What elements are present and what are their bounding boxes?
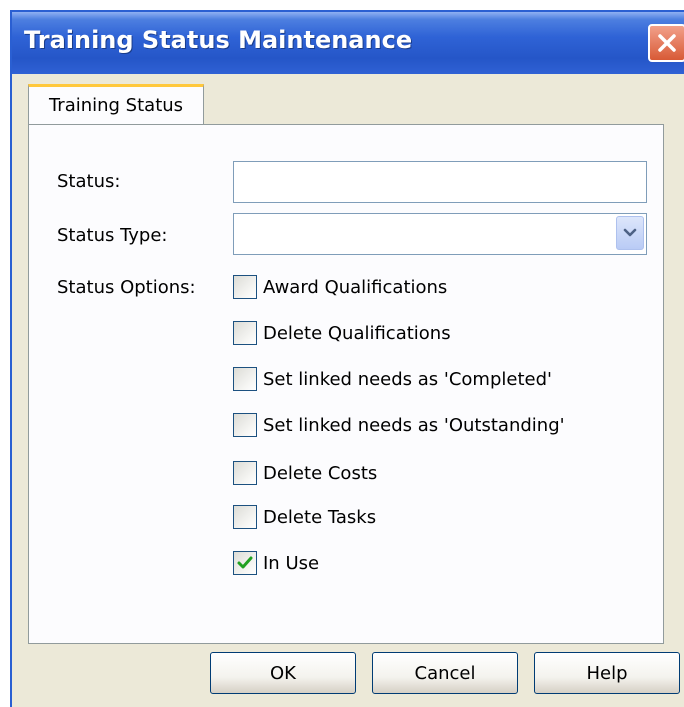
option-label: Award Qualifications xyxy=(263,276,448,298)
status-type-label: Status Type: xyxy=(57,225,168,246)
option-delete-tasks[interactable]: Delete Tasks xyxy=(233,501,376,533)
checkbox[interactable] xyxy=(233,321,257,345)
status-input[interactable] xyxy=(233,161,647,203)
title-bar[interactable]: Training Status Maintenance xyxy=(12,12,684,74)
close-button[interactable] xyxy=(648,24,684,62)
option-delete-qualifications[interactable]: Delete Qualifications xyxy=(233,317,451,349)
checkbox[interactable] xyxy=(233,505,257,529)
status-type-select[interactable] xyxy=(233,213,647,255)
option-in-use[interactable]: In Use xyxy=(233,547,319,579)
checkbox[interactable] xyxy=(233,461,257,485)
option-label: Set linked needs as 'Completed' xyxy=(263,368,552,390)
cancel-button[interactable]: Cancel xyxy=(372,652,518,694)
option-label: Set linked needs as 'Outstanding' xyxy=(263,414,565,436)
checkmark-icon xyxy=(237,556,253,569)
help-button[interactable]: Help xyxy=(534,652,680,694)
status-label: Status: xyxy=(57,171,121,192)
tab-label: Training Status xyxy=(48,95,184,116)
checkbox-checked[interactable] xyxy=(233,551,257,575)
option-delete-costs[interactable]: Delete Costs xyxy=(233,457,377,489)
status-options-label: Status Options: xyxy=(57,277,196,298)
option-label: Delete Tasks xyxy=(263,506,377,528)
option-label: Delete Qualifications xyxy=(263,322,451,344)
tab-panel: Status: Status Type: Status Options: Awa… xyxy=(28,124,664,644)
chevron-down-icon xyxy=(623,228,637,237)
close-icon xyxy=(658,34,676,52)
ok-button[interactable]: OK xyxy=(210,652,356,694)
dropdown-button[interactable] xyxy=(616,216,644,250)
option-set-linked-completed[interactable]: Set linked needs as 'Completed' xyxy=(233,363,552,395)
dialog-window: Training Status Maintenance Training Sta… xyxy=(10,10,684,707)
option-label: In Use xyxy=(263,552,320,574)
checkbox[interactable] xyxy=(233,367,257,391)
option-award-qualifications[interactable]: Award Qualifications xyxy=(233,271,447,303)
option-set-linked-outstanding[interactable]: Set linked needs as 'Outstanding' xyxy=(233,409,565,441)
checkbox[interactable] xyxy=(233,275,257,299)
window-title: Training Status Maintenance xyxy=(24,26,413,54)
option-label: Delete Costs xyxy=(263,462,378,484)
checkbox[interactable] xyxy=(233,413,257,437)
tab-training-status[interactable]: Training Status xyxy=(28,84,204,124)
